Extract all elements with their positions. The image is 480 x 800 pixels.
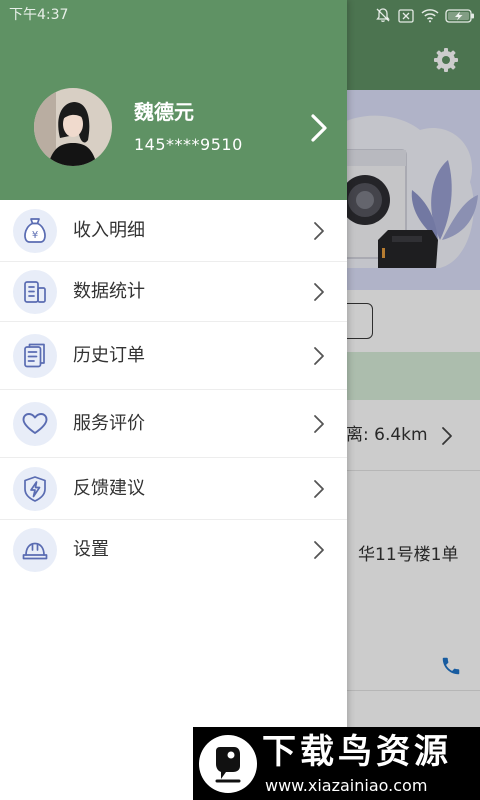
menu-item-label: 反馈建议 — [73, 477, 145, 499]
menu-item-label: 设置 — [73, 539, 109, 560]
chevron-right-icon — [313, 414, 325, 434]
heart-icon — [13, 401, 57, 446]
bell-off-icon — [375, 7, 391, 27]
sim-off-icon — [398, 8, 414, 27]
status-time: 下午4:37 — [9, 7, 69, 23]
drawer-profile-header[interactable]: 魏德元 145****9510 — [0, 0, 347, 200]
chevron-right-icon — [313, 540, 325, 560]
watermark-banner: 下载鸟资源 www.xiazainiao.com — [193, 727, 480, 800]
user-name: 魏德元 — [134, 100, 194, 124]
order-history-icon — [13, 333, 57, 378]
helmet-icon — [13, 528, 57, 572]
chevron-right-icon[interactable] — [309, 113, 329, 143]
menu-item-income[interactable]: ¥ 收入明细 — [0, 200, 347, 262]
navigation-drawer: 魏德元 145****9510 ¥ 收入明细 数据统计 历史订单 服务评价 反馈… — [0, 0, 347, 800]
watermark-title: 下载鸟资源 — [262, 732, 452, 772]
menu-item-label: 收入明细 — [73, 219, 145, 241]
svg-text:¥: ¥ — [32, 230, 38, 241]
avatar[interactable] — [34, 88, 112, 166]
menu-item-label: 数据统计 — [73, 280, 145, 302]
menu-item-feedback[interactable]: 反馈建议 — [0, 458, 347, 520]
battery-charging-icon — [445, 8, 475, 27]
statistics-icon — [13, 269, 57, 314]
chevron-right-icon — [313, 346, 325, 366]
shield-bolt-icon — [13, 466, 57, 511]
chevron-right-icon — [313, 479, 325, 499]
user-phone: 145****9510 — [134, 135, 243, 154]
chevron-right-icon — [313, 282, 325, 302]
chevron-right-icon — [313, 221, 325, 241]
menu-item-settings[interactable]: 设置 — [0, 520, 347, 580]
money-bag-icon: ¥ — [13, 208, 57, 253]
menu-item-statistics[interactable]: 数据统计 — [0, 262, 347, 322]
menu-item-label: 服务评价 — [73, 412, 145, 434]
wifi-icon — [420, 7, 440, 27]
menu-item-order-history[interactable]: 历史订单 — [0, 322, 347, 390]
menu-item-service-rating[interactable]: 服务评价 — [0, 390, 347, 458]
bird-logo-icon — [198, 734, 258, 794]
menu-item-label: 历史订单 — [73, 344, 145, 366]
status-bar: 下午4:37 — [0, 0, 480, 30]
watermark-url: www.xiazainiao.com — [265, 776, 428, 795]
